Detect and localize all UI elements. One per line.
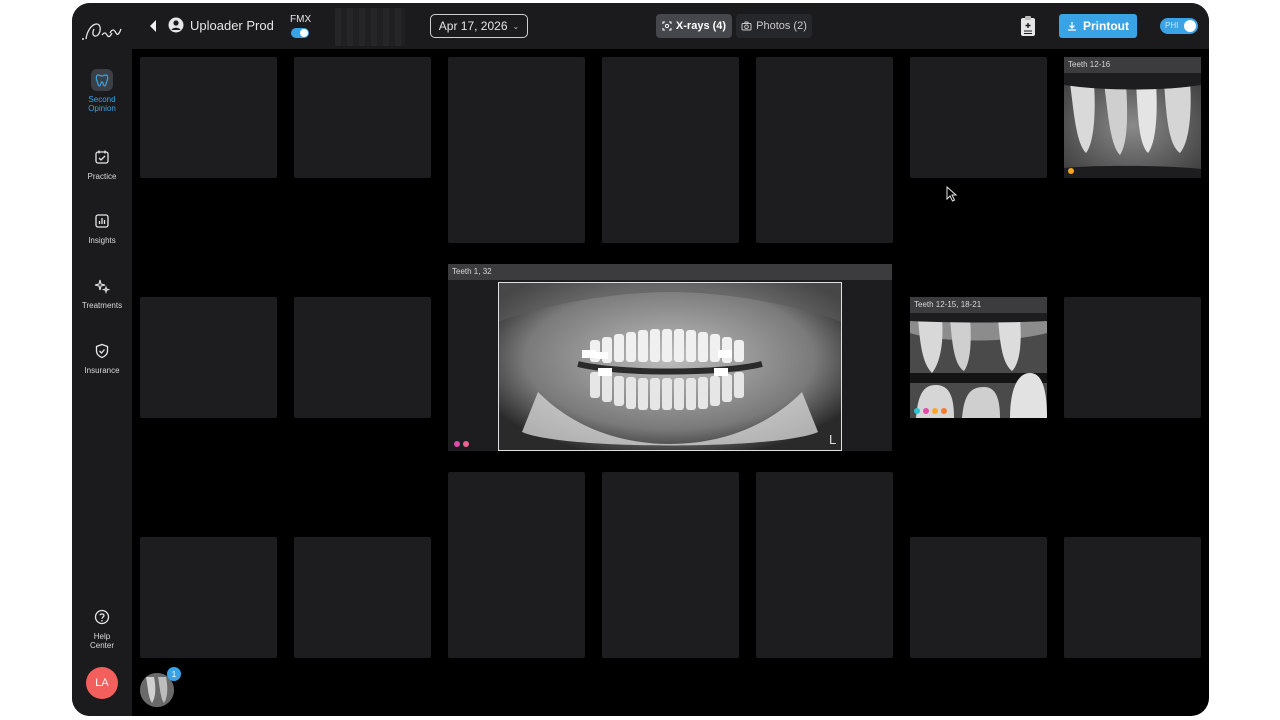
sidebar-item-practice[interactable]: Practice [72, 146, 132, 181]
sidebar-item-label: Center [89, 641, 114, 650]
xray-slot[interactable] [756, 57, 893, 243]
download-icon [1068, 22, 1076, 31]
printout-label: Printout [1083, 19, 1129, 33]
chevron-down-icon: ⌄ [512, 21, 520, 31]
xray-card-teeth-12-15-18-21[interactable]: Teeth 12-15, 18-21 [910, 297, 1047, 418]
clipboard-icon[interactable] [1020, 15, 1036, 37]
finding-dot [1068, 168, 1074, 174]
back-arrow-icon[interactable] [148, 19, 158, 33]
uploader-name: Uploader Prod [190, 18, 274, 33]
xray-slot[interactable] [140, 57, 277, 178]
phi-label: PHI [1165, 21, 1179, 30]
xray-slot[interactable] [448, 57, 585, 243]
xray-label: Teeth 12-15, 18-21 [910, 297, 1047, 313]
blurred-patient-info [335, 8, 405, 46]
finding-dot [923, 408, 929, 414]
xray-slot[interactable] [910, 537, 1047, 658]
xray-label: Teeth 1, 32 [448, 264, 892, 280]
scan-icon [662, 21, 672, 31]
sidebar-item-label: Opinion [88, 104, 116, 113]
sidebar-item-label: Insurance [84, 366, 120, 375]
user-circle-icon [168, 17, 184, 33]
xray-side-marker: L [829, 432, 837, 447]
pearl-logo [82, 23, 122, 40]
finding-dot [914, 408, 920, 414]
finding-dot [941, 408, 947, 414]
sidebar-item-insurance[interactable]: Insurance [72, 340, 132, 375]
top-bar: Uploader Prod FMX Apr 17, 2026 ⌄ X-rays … [132, 3, 1209, 49]
shield-check-icon [91, 340, 113, 362]
sidebar: Second Opinion Practice Insights Treatme… [72, 3, 132, 716]
xray-slot[interactable] [140, 537, 277, 658]
xray-slot[interactable] [1064, 537, 1201, 658]
phi-toggle[interactable]: PHI [1160, 18, 1198, 34]
camera-icon [741, 21, 752, 31]
bitewing-xray-image [1064, 73, 1201, 178]
tab-label: Photos (2) [756, 20, 807, 32]
app-window: Second Opinion Practice Insights Treatme… [72, 3, 1209, 716]
xray-card-teeth-1-32[interactable]: Teeth 1, 32 L [448, 264, 892, 451]
xray-slot[interactable] [602, 57, 739, 243]
bar-chart-icon [91, 210, 113, 232]
tab-xrays[interactable]: X-rays (4) [656, 14, 732, 38]
sparkle-icon [91, 275, 113, 297]
printout-button[interactable]: Printout [1059, 14, 1137, 38]
finding-dot [454, 441, 460, 447]
avatar[interactable]: LA [86, 667, 118, 699]
mouse-cursor-icon [946, 186, 958, 202]
panoramic-xray-image [498, 282, 842, 451]
sidebar-item-label: Second [88, 95, 116, 104]
date-value: Apr 17, 2026 [438, 19, 508, 33]
sidebar-item-label: Treatments [81, 301, 123, 310]
sidebar-item-insights[interactable]: Insights [72, 210, 132, 245]
xray-slot[interactable] [1064, 297, 1201, 418]
xray-slot[interactable] [294, 537, 431, 658]
xray-slot[interactable] [294, 297, 431, 418]
sidebar-item-label: Help [93, 632, 111, 641]
xray-card-teeth-12-16[interactable]: Teeth 12-16 [1064, 57, 1201, 178]
calendar-check-icon [91, 146, 113, 168]
xray-slot[interactable] [294, 57, 431, 178]
date-picker[interactable]: Apr 17, 2026 ⌄ [430, 14, 528, 38]
fmx-label: FMX [290, 14, 312, 25]
tooth-icon [91, 69, 113, 91]
xray-slot[interactable] [910, 57, 1047, 178]
sidebar-item-label: Practice [87, 172, 117, 181]
finding-dot [463, 441, 469, 447]
sidebar-item-second-opinion[interactable]: Second Opinion [72, 69, 132, 113]
fmx-toggle[interactable] [291, 28, 309, 38]
sidebar-item-treatments[interactable]: Treatments [72, 275, 132, 310]
xray-slot[interactable] [140, 297, 277, 418]
tab-label: X-rays (4) [675, 20, 727, 32]
sidebar-item-label: Insights [88, 236, 116, 245]
upload-count-badge: 1 [167, 667, 181, 681]
xray-slot[interactable] [756, 472, 893, 658]
xray-slot[interactable] [448, 472, 585, 658]
sidebar-item-help-center[interactable]: Help Center [72, 606, 132, 650]
tab-photos[interactable]: Photos (2) [736, 14, 812, 38]
finding-dot [932, 408, 938, 414]
xray-label: Teeth 12-16 [1064, 57, 1201, 73]
xray-slot[interactable] [602, 472, 739, 658]
bitewing-xray-image [910, 313, 1047, 418]
help-circle-icon [91, 606, 113, 628]
